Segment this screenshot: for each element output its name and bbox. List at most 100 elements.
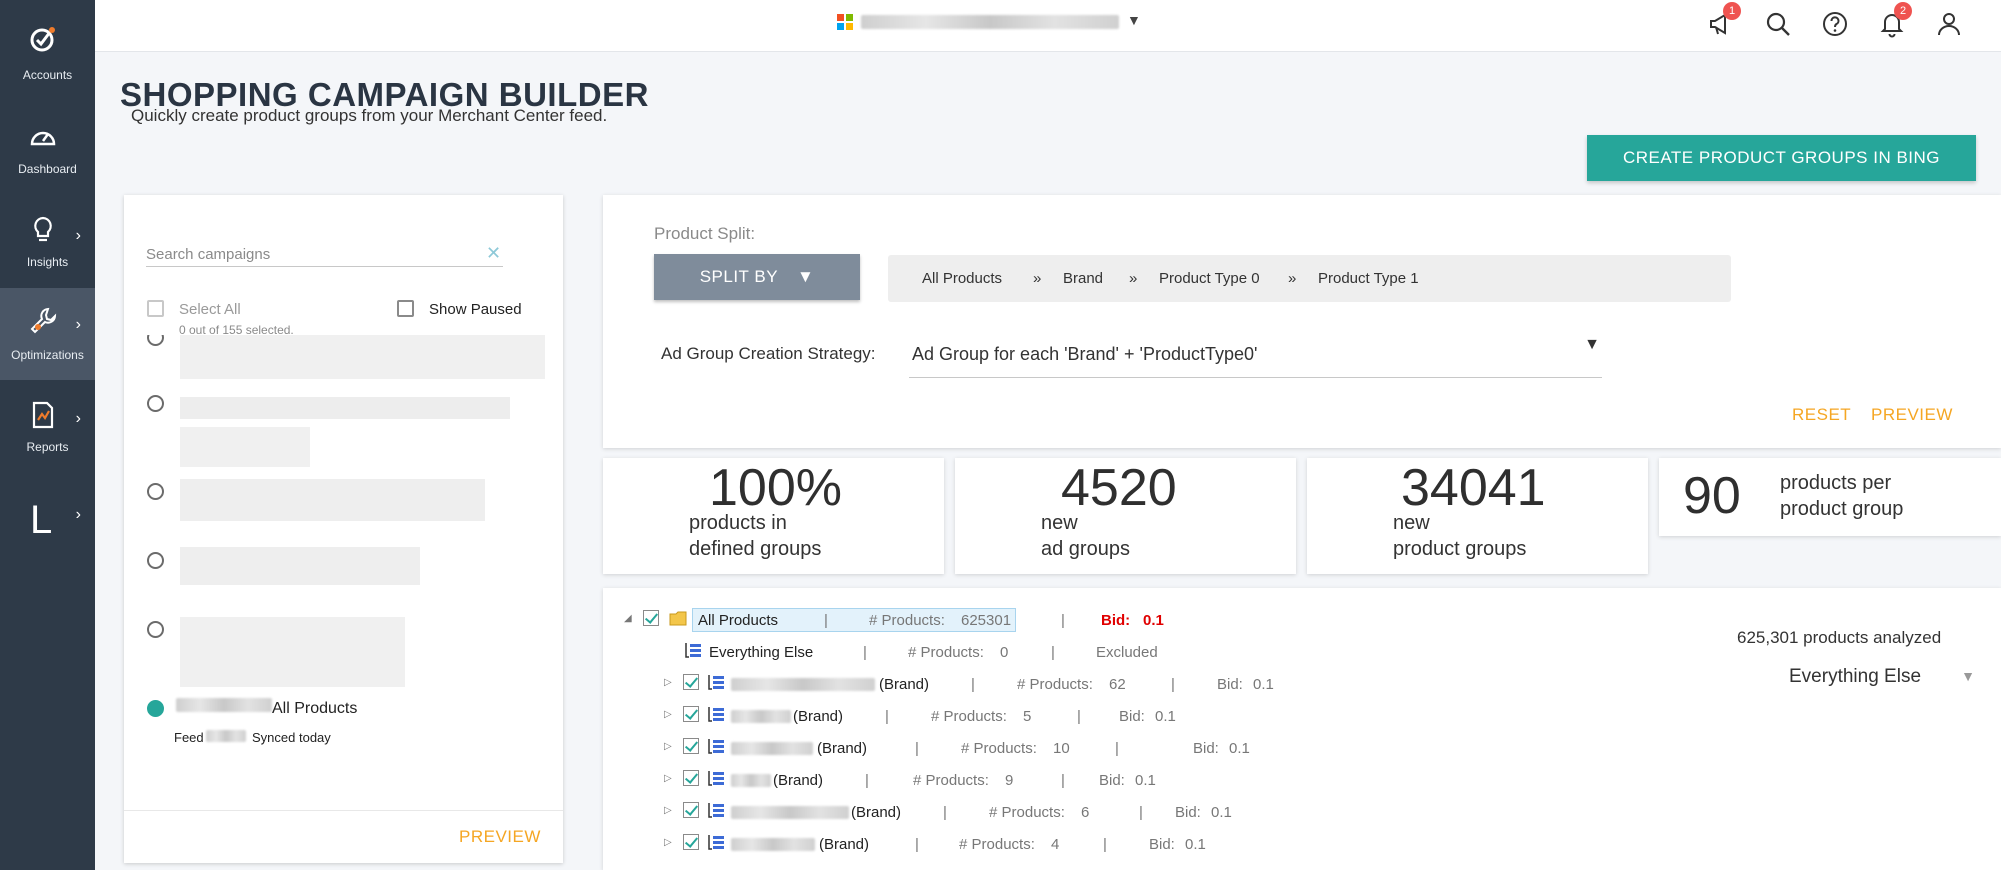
tree-row-brand[interactable]: ▷ (Brand) | # Products: 62 | Bid: 0.1	[603, 672, 1303, 696]
chevron-right-icon: ›	[75, 410, 81, 427]
stat-label: defined groups	[689, 538, 822, 560]
product-split-label: Product Split:	[654, 224, 756, 243]
row-name: Everything Else	[709, 644, 814, 661]
redacted-campaign	[180, 335, 545, 379]
breadcrumb-item[interactable]: Product Type 1	[1318, 270, 1419, 287]
chevron-right-icon: ›	[75, 227, 81, 244]
expand-icon[interactable]: ▷	[664, 837, 672, 848]
breadcrumb-separator: »	[1033, 270, 1042, 287]
row-checkbox[interactable]	[683, 738, 699, 754]
accounts-icon	[30, 27, 55, 52]
expand-icon[interactable]: ▷	[664, 677, 672, 688]
campaign-radio[interactable]	[147, 395, 164, 412]
row-checkbox[interactable]	[643, 610, 659, 626]
collapse-icon[interactable]: ◢	[624, 613, 632, 624]
breadcrumb-item[interactable]: Brand	[1063, 270, 1103, 287]
row-suffix: (Brand)	[879, 676, 930, 693]
sidebar-item-insights[interactable]: Insights ›	[0, 205, 95, 297]
expand-icon[interactable]: ▷	[664, 741, 672, 752]
row-checkbox[interactable]	[683, 770, 699, 786]
caret-down-icon: ▼	[1584, 336, 1600, 353]
row-checkbox[interactable]	[683, 802, 699, 818]
sidebar-letter: L	[30, 498, 53, 542]
tree-row-brand[interactable]: ▷ (Brand) | # Products: 9 | Bid: 0.1	[603, 768, 1303, 792]
stat-label: product groups	[1393, 538, 1527, 560]
redacted-campaign	[180, 397, 510, 419]
breadcrumb-item[interactable]: All Products	[922, 270, 1002, 287]
row-checkbox[interactable]	[683, 706, 699, 722]
bid-value[interactable]: 0.1	[1229, 740, 1250, 757]
status-excluded: Excluded	[1096, 644, 1158, 661]
clear-search-icon[interactable]: ✕	[486, 243, 501, 264]
separator: |	[1103, 836, 1107, 853]
separator: |	[971, 676, 975, 693]
strategy-select[interactable]: Ad Group for each 'Brand' + 'ProductType…	[909, 330, 1602, 378]
campaign-radio[interactable]	[147, 552, 164, 569]
help-button[interactable]	[1821, 10, 1849, 38]
row-checkbox[interactable]	[683, 674, 699, 690]
sidebar-item-l[interactable]: L ›	[0, 480, 95, 572]
separator: |	[865, 772, 869, 789]
separator: |	[915, 740, 919, 757]
bid-value[interactable]: 0.1	[1135, 772, 1156, 789]
feedback-button[interactable]: 1	[1707, 2, 1741, 38]
product-group-icon	[708, 675, 724, 690]
bid-value[interactable]: 0.1	[1155, 708, 1176, 725]
tree-row-brand[interactable]: ▷ (Brand) | # Products: 5 | Bid: 0.1	[603, 704, 1303, 728]
sidebar-item-dashboard[interactable]: Dashboard	[0, 112, 95, 204]
tree-row-everything-else[interactable]: Everything Else | # Products: 0 | Exclud…	[603, 640, 1303, 664]
left-preview-button[interactable]: PREVIEW	[459, 827, 541, 847]
campaign-radio-selected[interactable]	[147, 700, 164, 717]
sidebar-item-label: Insights	[26, 255, 69, 269]
tree-row-root[interactable]: ◢ All Products | # Products: 625301 | Bi…	[603, 608, 1303, 632]
sidebar-item-optimizations[interactable]: Optimizations ›	[0, 288, 95, 380]
create-product-groups-button[interactable]: CREATE PRODUCT GROUPS IN BING	[1587, 135, 1976, 181]
redacted-campaign	[180, 479, 485, 521]
split-preview-button[interactable]: PREVIEW	[1871, 405, 1953, 425]
tree-row-brand[interactable]: ▷ (Brand) | # Products: 6 | Bid: 0.1	[603, 800, 1303, 824]
split-by-button[interactable]: SPLIT BY ▼	[654, 254, 860, 300]
bid-value[interactable]: 0.1	[1185, 836, 1206, 853]
products-label: # Products:	[959, 836, 1035, 853]
search-campaigns-input[interactable]	[146, 243, 503, 267]
separator: |	[915, 836, 919, 853]
bid-label: Bid:	[1149, 836, 1175, 853]
strategy-label: Ad Group Creation Strategy:	[661, 344, 876, 363]
campaign-radio[interactable]	[147, 483, 164, 500]
campaign-radio[interactable]	[147, 335, 164, 346]
select-all-checkbox[interactable]	[147, 300, 164, 317]
products-label: # Products:	[913, 772, 989, 789]
reset-button[interactable]: RESET	[1792, 405, 1851, 425]
separator: |	[1061, 612, 1065, 629]
redacted-brand	[731, 710, 791, 723]
campaign-radio[interactable]	[147, 621, 164, 638]
expand-icon[interactable]: ▷	[664, 805, 672, 816]
expand-icon[interactable]: ▷	[664, 709, 672, 720]
tree-row-brand[interactable]: ▷ (Brand) | # Products: 10 | Bid: 0.1	[603, 736, 1303, 760]
breadcrumb-separator: »	[1129, 270, 1138, 287]
account-name-redacted	[861, 15, 1119, 29]
chevron-right-icon: ›	[75, 506, 81, 523]
sidebar-item-reports[interactable]: Reports ›	[0, 386, 95, 478]
expand-icon[interactable]: ▷	[664, 773, 672, 784]
products-count: 10	[1053, 740, 1070, 757]
bid-value[interactable]: 0.1	[1253, 676, 1274, 693]
separator: |	[943, 804, 947, 821]
stat-value: 4520	[1061, 459, 1177, 517]
sidebar-item-accounts[interactable]: Accounts	[0, 0, 95, 92]
alerts-button[interactable]: 2	[1878, 2, 1912, 38]
tree-row-brand[interactable]: ▷ (Brand) | # Products: 4 | Bid: 0.1	[603, 832, 1303, 856]
stat-label: products in	[689, 512, 787, 534]
bid-value[interactable]: 0.1	[1211, 804, 1232, 821]
tree-filter-select[interactable]: Everything Else ▼	[1785, 666, 1975, 692]
alerts-badge: 2	[1894, 2, 1912, 20]
stat-label: ad groups	[1041, 538, 1130, 560]
stat-card-products-per-group: 90 products per product group	[1659, 458, 2001, 536]
bid-value[interactable]: 0.1	[1143, 612, 1164, 629]
show-paused-checkbox[interactable]	[397, 300, 414, 317]
breadcrumb-item[interactable]: Product Type 0	[1159, 270, 1260, 287]
row-checkbox[interactable]	[683, 834, 699, 850]
profile-button[interactable]	[1935, 10, 1963, 38]
search-button[interactable]	[1764, 10, 1792, 38]
products-count: 9	[1005, 772, 1014, 789]
